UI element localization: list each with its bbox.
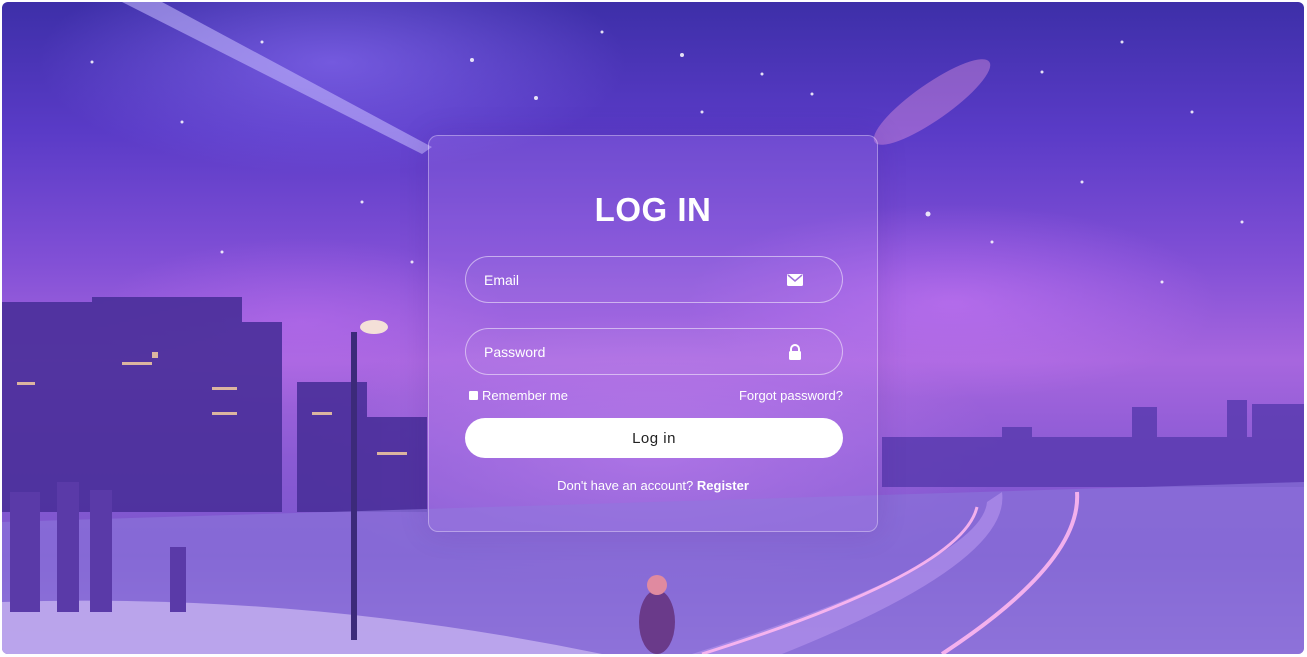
no-account-text: Don't have an account? <box>557 478 697 493</box>
login-card: LOG IN Remember me Forgot password? Log … <box>428 135 878 532</box>
register-link[interactable]: Register <box>697 478 749 493</box>
remember-label: Remember me <box>482 388 568 403</box>
envelope-icon <box>787 272 803 288</box>
password-field[interactable] <box>465 328 843 375</box>
register-prompt: Don't have an account? Register <box>429 478 877 493</box>
login-options: Remember me Forgot password? <box>465 388 843 406</box>
lock-icon <box>787 344 803 360</box>
login-button[interactable]: Log in <box>465 418 843 458</box>
login-title: LOG IN <box>594 191 712 228</box>
remember-me[interactable]: Remember me <box>469 388 568 403</box>
password-input[interactable] <box>466 329 794 374</box>
forgot-password-link[interactable]: Forgot password? <box>739 388 843 403</box>
remember-checkbox[interactable] <box>469 391 478 400</box>
email-input[interactable] <box>466 257 794 302</box>
email-field[interactable] <box>465 256 843 303</box>
